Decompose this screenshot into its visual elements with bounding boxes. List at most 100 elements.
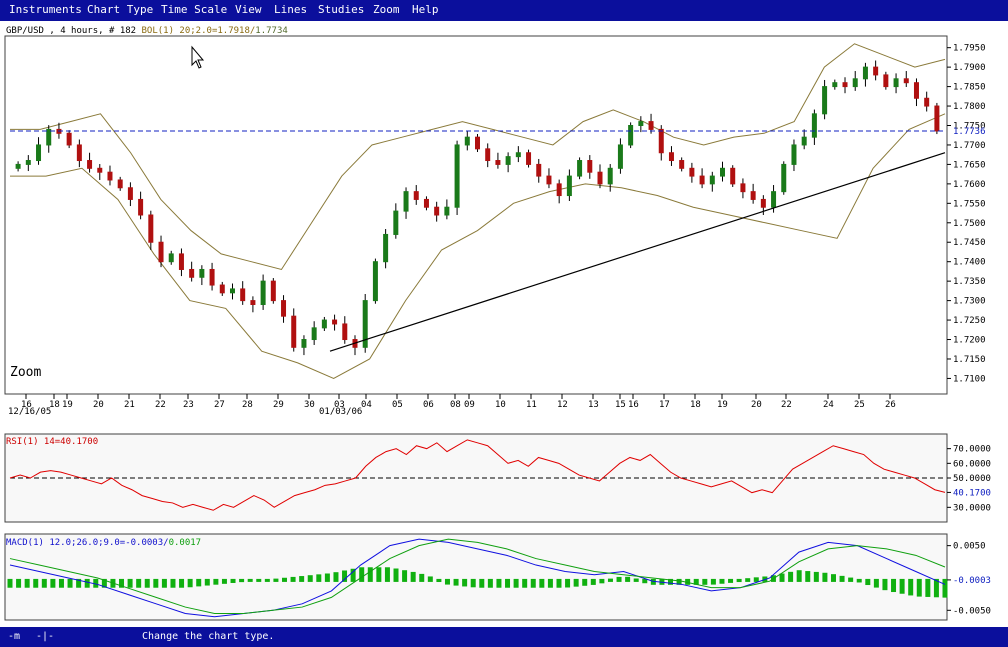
candle-body [485, 148, 491, 162]
candle-body [495, 160, 501, 165]
macd-histogram-bar [813, 571, 819, 582]
rsi-label: RSI(1) 14=40.1700 [6, 437, 98, 447]
macd-histogram-bar [779, 573, 785, 582]
macd-histogram-bar [891, 578, 897, 593]
status-mode-icon[interactable]: -m [8, 631, 20, 642]
macd-histogram-bar [444, 578, 450, 585]
macd-histogram-bar [179, 578, 185, 588]
candle-body [903, 78, 909, 84]
price-x-tick-label: 29 [273, 400, 284, 410]
candle-body [117, 179, 123, 189]
candle-body [87, 160, 93, 169]
macd-histogram-bar [136, 578, 142, 588]
candle-body [25, 160, 31, 165]
price-y-tick-label: 1.7450 [953, 238, 986, 248]
last-price-label: 1.7736 [953, 127, 986, 137]
macd-histogram-bar [170, 578, 176, 588]
candle-body [321, 319, 327, 329]
crosshair-icon[interactable]: -|- [36, 631, 54, 642]
candle-body [209, 268, 215, 286]
price-x-tick-label: 20 [93, 400, 104, 410]
macd-histogram-bar [830, 574, 836, 582]
macd-y-tick-label: -0.0003 [953, 576, 991, 586]
rsi-y-tick-label: 40.1700 [953, 488, 991, 498]
macd-histogram-bar [453, 578, 459, 586]
candle-body [475, 136, 480, 150]
macd-histogram-bar [513, 578, 519, 588]
macd-histogram-bar [505, 578, 511, 588]
menu-lines[interactable]: Lines [274, 3, 307, 16]
chart-area[interactable]: GBP/USD , 4 hours, # 182 BOL(1) 20;2.0=1… [0, 21, 1008, 627]
macd-histogram-bar [427, 576, 433, 582]
macd-histogram-bar [410, 571, 416, 582]
macd-histogram-bar [402, 570, 408, 582]
macd-histogram-bar [462, 578, 468, 587]
macd-histogram-bar [496, 578, 502, 588]
menu-view[interactable]: View [235, 3, 262, 16]
menu-help[interactable]: Help [412, 3, 439, 16]
macd-histogram-bar [393, 568, 399, 582]
candle-body [168, 253, 174, 263]
macd-histogram-bar [753, 577, 759, 582]
price-y-tick-label: 1.7950 [953, 44, 986, 54]
menu-zoom[interactable]: Zoom [373, 3, 400, 16]
candle-body [811, 113, 817, 138]
price-x-tick-label: 13 [588, 400, 599, 410]
macd-histogram-bar [908, 578, 914, 596]
candle-body [97, 167, 103, 173]
macd-histogram-bar [702, 578, 708, 585]
rsi-y-tick-label: 50.0000 [953, 474, 991, 484]
menu-instruments[interactable]: Instruments [9, 3, 82, 16]
macd-histogram-bar [479, 578, 485, 588]
price-y-tick-label: 1.7250 [953, 316, 986, 326]
price-x-tick-label: 24 [823, 400, 834, 410]
price-x-tick-label: 18 [690, 400, 701, 410]
price-y-tick-label: 1.7500 [953, 219, 986, 229]
macd-histogram-bar [788, 571, 794, 582]
macd-histogram-bar [625, 576, 631, 582]
candle-body [393, 210, 399, 235]
menu-chart-type[interactable]: Chart Type [87, 3, 153, 16]
candle-body [454, 144, 460, 208]
price-x-tick-label: 06 [423, 400, 434, 410]
price-x-tick-label: 17 [659, 400, 670, 410]
candle-body [913, 82, 919, 99]
price-y-tick-label: 1.7650 [953, 160, 986, 170]
price-y-tick-label: 1.7850 [953, 83, 986, 93]
price-panel[interactable] [4, 35, 948, 395]
macd-histogram-bar [745, 578, 751, 582]
macd-y-tick-label: -0.0050 [953, 606, 991, 616]
macd-histogram-bar [161, 578, 167, 588]
candle-body [311, 327, 317, 341]
macd-histogram-bar [719, 578, 725, 584]
candle-body [577, 160, 583, 177]
price-y-tick-label: 1.7200 [953, 336, 986, 346]
price-x-tick-label: 15 [615, 400, 626, 410]
macd-histogram-bar [796, 570, 802, 582]
price-y-tick-label: 1.7550 [953, 199, 986, 209]
macd-histogram-bar [290, 576, 296, 582]
price-y-tick-label: 1.7700 [953, 141, 986, 151]
menu-studies[interactable]: Studies [318, 3, 364, 16]
candle-body [434, 206, 440, 216]
macd-histogram-bar [419, 573, 425, 582]
candle-body [229, 288, 235, 294]
candle-body [791, 144, 797, 165]
macd-histogram-bar [324, 573, 330, 582]
date-label-jan: 01/03/06 [319, 407, 362, 417]
candle-body [260, 280, 266, 305]
status-bar: -m -|- Change the chart type. [0, 627, 1008, 647]
menu-time-scale[interactable]: Time Scale [161, 3, 227, 16]
price-x-tick-label: 12 [557, 400, 568, 410]
macd-histogram-bar [221, 578, 227, 584]
macd-histogram-bar [127, 578, 133, 588]
macd-histogram-bar [58, 578, 64, 588]
macd-histogram-bar [33, 578, 39, 588]
candle-body [740, 183, 746, 193]
candle-body [76, 144, 82, 162]
candle-body [781, 163, 787, 193]
macd-histogram-bar [899, 578, 905, 594]
rsi-y-tick-label: 60.0000 [953, 459, 991, 469]
macd-histogram-bar [196, 578, 202, 587]
candle-body [699, 175, 705, 185]
